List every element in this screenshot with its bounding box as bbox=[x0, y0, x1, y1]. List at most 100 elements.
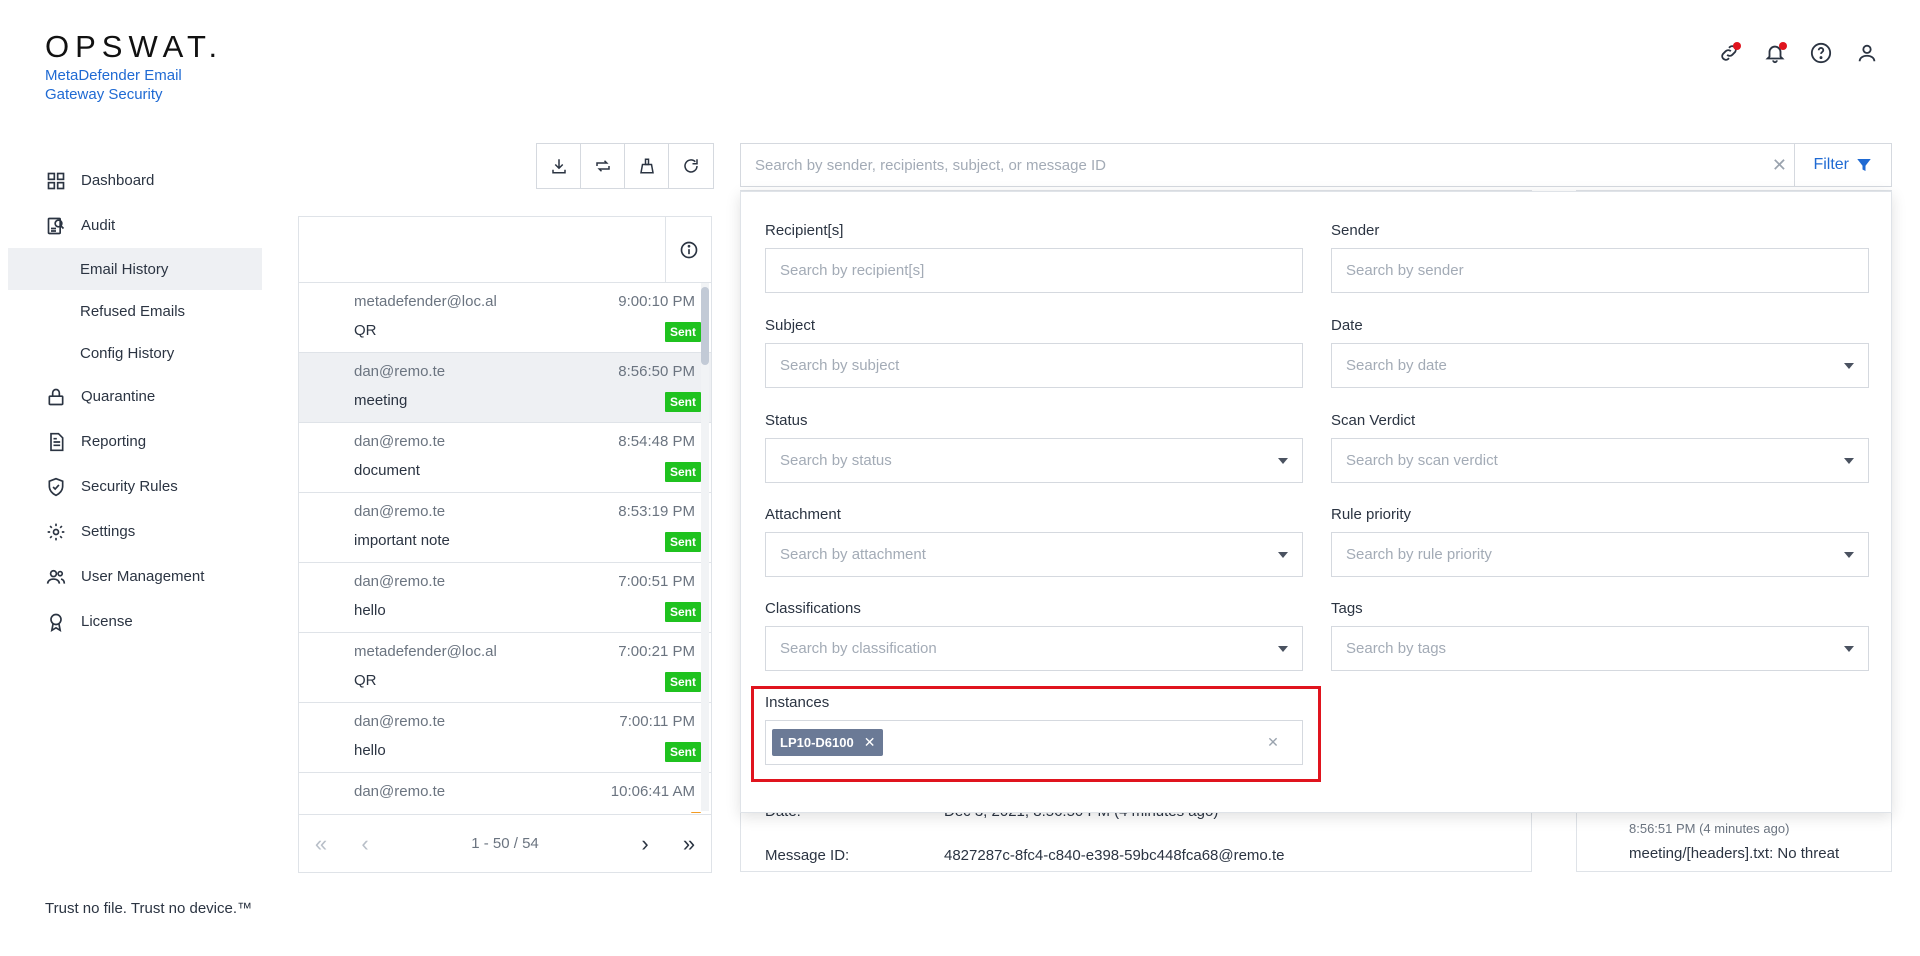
status-select[interactable] bbox=[765, 438, 1303, 483]
user-icon[interactable] bbox=[1854, 40, 1880, 66]
download-button[interactable] bbox=[537, 144, 581, 188]
date-filter: Date bbox=[1331, 317, 1869, 388]
last-page-button[interactable]: » bbox=[667, 831, 711, 857]
email-subject: important note bbox=[354, 532, 450, 549]
list-item[interactable]: metadefender@loc.al QR 7:00:21 PM Sent bbox=[299, 633, 711, 703]
users-icon bbox=[46, 569, 66, 584]
list-item[interactable]: metadefender@loc.al QR 9:00:10 PM Sent bbox=[299, 283, 711, 353]
sidebar-item-settings[interactable]: Settings bbox=[8, 509, 262, 554]
list-item[interactable]: dan@remo.te hello 7:00:11 PM Sent bbox=[299, 703, 711, 773]
status-badge: Sent bbox=[664, 742, 701, 762]
classifications-input[interactable] bbox=[780, 640, 1270, 657]
scan-verdict-input[interactable] bbox=[1346, 452, 1836, 469]
instance-chip[interactable]: LP10-D6100 ✕ bbox=[772, 729, 884, 756]
filter-button[interactable]: Filter bbox=[1794, 144, 1891, 186]
sidebar-item-audit[interactable]: Audit bbox=[8, 203, 262, 248]
status-badge: Sent bbox=[664, 322, 701, 342]
sidebar-item-label: Quarantine bbox=[81, 388, 156, 405]
lock-icon bbox=[48, 388, 64, 405]
refresh-icon bbox=[684, 159, 698, 173]
sidebar-item-quarantine[interactable]: Quarantine bbox=[8, 374, 262, 419]
email-list: metadefender@loc.al QR 9:00:10 PM Sent d… bbox=[299, 283, 711, 813]
help-icon[interactable] bbox=[1808, 40, 1834, 66]
instance-chip-label: LP10-D6100 bbox=[780, 735, 854, 750]
sidebar-item-reporting[interactable]: Reporting bbox=[8, 419, 262, 464]
list-item[interactable]: dan@remo.te document 8:54:48 PM Sent bbox=[299, 423, 711, 493]
attachment-input[interactable] bbox=[780, 546, 1270, 563]
prev-page-button[interactable]: ‹ bbox=[343, 831, 387, 857]
email-time: 7:00:11 PM bbox=[619, 713, 695, 730]
clean-button[interactable] bbox=[625, 144, 669, 188]
subject-input[interactable] bbox=[780, 357, 1288, 374]
pagination: « ‹ 1 - 50 / 54 › » bbox=[299, 814, 711, 872]
status-badge: Sent bbox=[664, 672, 701, 692]
search-input[interactable] bbox=[741, 144, 1765, 186]
classifications-filter: Classifications bbox=[765, 600, 1303, 671]
info-icon bbox=[680, 241, 697, 259]
gear-icon bbox=[47, 523, 65, 540]
status-label: Status bbox=[765, 412, 808, 429]
scroll-thumb[interactable] bbox=[701, 287, 709, 365]
classifications-select[interactable] bbox=[765, 626, 1303, 671]
attachment-label: Attachment bbox=[765, 506, 841, 523]
sidebar-item-config-history[interactable]: Config History bbox=[8, 332, 262, 374]
email-time: 7:00:21 PM bbox=[618, 643, 695, 660]
sync-icon bbox=[595, 160, 610, 172]
clear-instances-icon[interactable]: ✕ bbox=[1258, 734, 1288, 751]
badge-icon bbox=[50, 613, 62, 632]
chevron-down-icon bbox=[1844, 551, 1854, 558]
rule-priority-select[interactable] bbox=[1331, 532, 1869, 577]
sender-filter: Sender bbox=[1331, 222, 1869, 293]
list-item[interactable]: dan@remo.te 10:06:41 AM bbox=[299, 773, 711, 813]
date-input[interactable] bbox=[1346, 357, 1836, 374]
shield-check-icon bbox=[48, 477, 64, 496]
recipients-input[interactable] bbox=[780, 262, 1288, 279]
chevron-down-icon bbox=[1844, 457, 1854, 464]
list-scrollbar[interactable] bbox=[701, 283, 709, 811]
email-time: 9:00:10 PM bbox=[618, 293, 695, 310]
sidebar-item-license[interactable]: License bbox=[8, 599, 262, 644]
sender-input[interactable] bbox=[1346, 262, 1854, 279]
email-subject: QR bbox=[354, 322, 377, 339]
sidebar-item-user-management[interactable]: User Management bbox=[8, 554, 262, 599]
sidebar-item-security-rules[interactable]: Security Rules bbox=[8, 464, 262, 509]
next-page-button[interactable]: › bbox=[623, 831, 667, 857]
list-item[interactable]: dan@remo.te hello 7:00:51 PM Sent bbox=[299, 563, 711, 633]
tags-select[interactable] bbox=[1331, 626, 1869, 671]
email-subject: document bbox=[354, 462, 420, 479]
scan-verdict-select[interactable] bbox=[1331, 438, 1869, 483]
first-page-button[interactable]: « bbox=[299, 831, 343, 857]
refresh-button[interactable] bbox=[669, 144, 713, 188]
clear-search-icon[interactable]: ✕ bbox=[1764, 155, 1794, 176]
email-time: 8:53:19 PM bbox=[618, 503, 695, 520]
sidebar-item-dashboard[interactable]: Dashboard bbox=[8, 158, 262, 203]
list-header bbox=[299, 217, 711, 283]
chevron-down-icon bbox=[1278, 645, 1288, 652]
list-item[interactable]: dan@remo.te important note 8:53:19 PM Se… bbox=[299, 493, 711, 563]
filter-panel: Recipient[s] Sender Subject Date Status … bbox=[740, 191, 1892, 813]
attachment-filter: Attachment bbox=[765, 506, 1303, 577]
list-item[interactable]: dan@remo.te meeting 8:56:50 PM Sent bbox=[299, 353, 711, 423]
attachment-select[interactable] bbox=[765, 532, 1303, 577]
opswat-logo: OPSWAT. bbox=[45, 29, 224, 64]
sidebar-item-label: User Management bbox=[81, 568, 205, 585]
tags-input[interactable] bbox=[1346, 640, 1836, 657]
date-select[interactable] bbox=[1331, 343, 1869, 388]
chevron-down-icon bbox=[1844, 645, 1854, 652]
bell-icon[interactable] bbox=[1762, 40, 1788, 66]
email-subject: hello bbox=[354, 602, 386, 619]
sync-button[interactable] bbox=[581, 144, 625, 188]
product-name: MetaDefender Email Gateway Security bbox=[45, 67, 182, 103]
link-icon[interactable] bbox=[1716, 40, 1742, 66]
instances-select[interactable]: LP10-D6100 ✕ ✕ bbox=[765, 720, 1303, 765]
sidebar-item-email-history[interactable]: Email History bbox=[8, 248, 262, 290]
sidebar-item-refused-emails[interactable]: Refused Emails bbox=[8, 290, 262, 332]
status-badge: Sent bbox=[664, 462, 701, 482]
sidebar-item-label: Audit bbox=[81, 217, 116, 234]
filter-label: Filter bbox=[1813, 156, 1849, 173]
info-button[interactable] bbox=[665, 217, 711, 283]
remove-chip-icon[interactable]: ✕ bbox=[864, 734, 876, 751]
tags-filter: Tags bbox=[1331, 600, 1869, 671]
rule-priority-input[interactable] bbox=[1346, 546, 1836, 563]
status-input[interactable] bbox=[780, 452, 1270, 469]
